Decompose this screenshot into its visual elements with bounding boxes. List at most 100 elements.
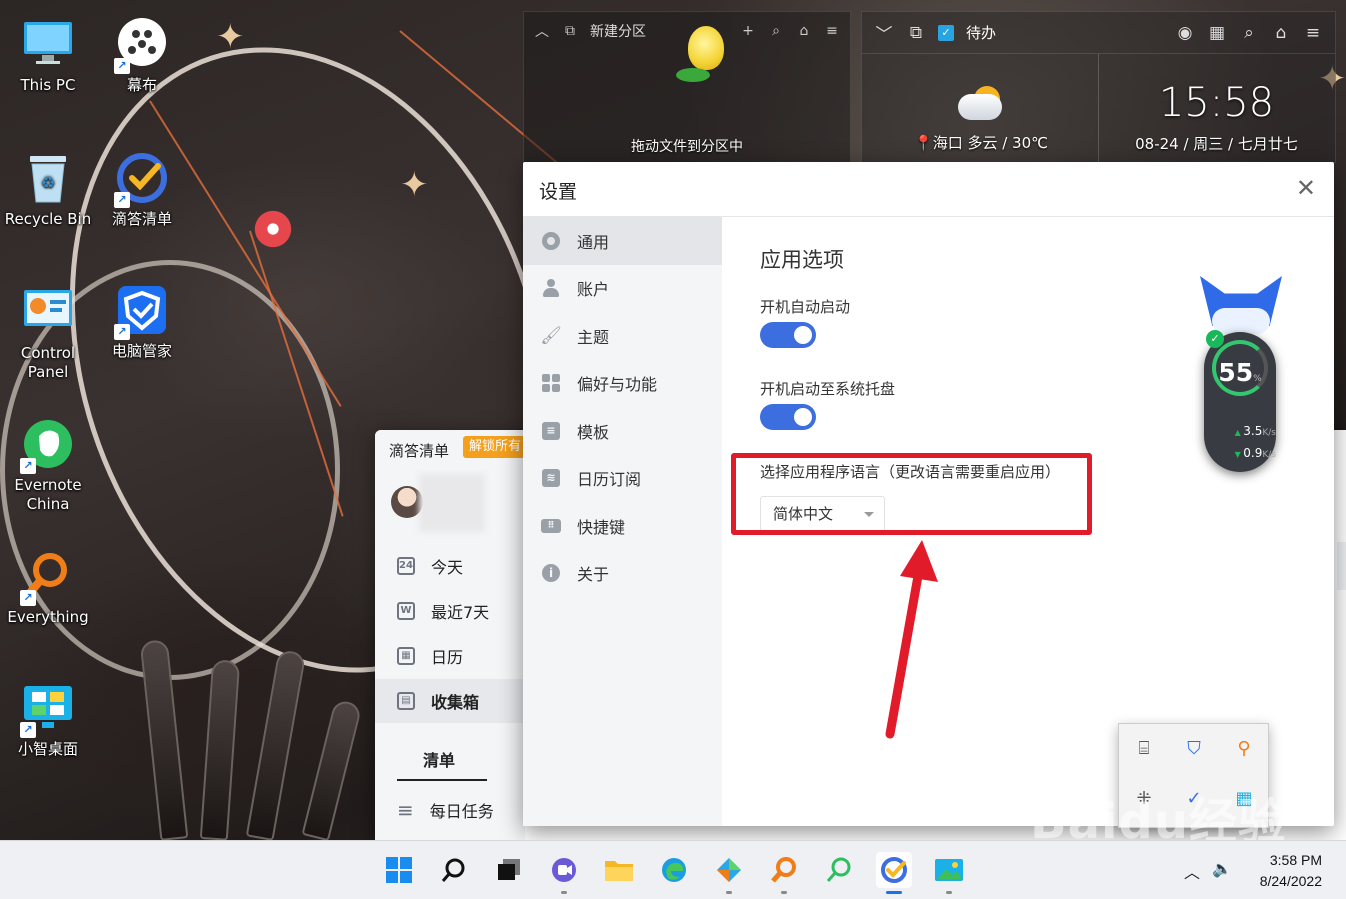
photos-icon[interactable]	[931, 852, 967, 894]
control-panel-icon	[22, 286, 74, 338]
desktop-zone-widget[interactable]: ︿ ⧉ 新建分区 + ⌕ ⌂ ≡ 拖动文件到分区中	[523, 11, 851, 163]
pc-manager-icon: ↗	[114, 284, 168, 340]
add-icon[interactable]: +	[740, 23, 756, 39]
info-icon: i	[541, 563, 561, 583]
desktop-icon-mubu[interactable]: ↗ 幕布	[96, 18, 188, 95]
mubu-icon: ↗	[114, 18, 168, 74]
autostart-toggle[interactable]	[760, 322, 816, 348]
chevron-up-icon[interactable]: ︿	[534, 21, 550, 41]
weather-label: 海口 多云 / 30℃	[932, 134, 1048, 152]
settings-nav-templates[interactable]: ≡ 模板	[523, 407, 722, 455]
pc-manager-gauge-widget[interactable]: 55% ▲ 3.5K/s ▼ 0.9K/s ✓	[1196, 276, 1286, 476]
language-select[interactable]: 简体中文	[760, 496, 885, 532]
search-icon[interactable]	[436, 852, 472, 888]
calendar-icon[interactable]: ▦	[1207, 23, 1227, 43]
volume-icon[interactable]: 🔈	[1212, 859, 1232, 878]
app-title: 滴答清单	[389, 442, 450, 460]
nav-next-7-days[interactable]: W 最近7天	[375, 589, 525, 633]
list-item[interactable]: ≡ 每日任务	[375, 788, 525, 832]
settings-nav-about[interactable]: i 关于	[523, 550, 722, 598]
search-icon[interactable]: ⌕	[1239, 23, 1259, 43]
desktop-icon-evernote[interactable]: ↗ Evernote China	[2, 418, 94, 514]
everything-search-icon[interactable]	[766, 852, 802, 894]
nav-label: 主题	[577, 327, 610, 347]
grid-icon	[541, 373, 561, 393]
file-explorer-icon[interactable]	[601, 852, 637, 888]
desktop-icon-label: 小智桌面	[17, 740, 78, 758]
shirt-icon[interactable]: ⌂	[1271, 23, 1291, 43]
up-arrow-icon: ▲	[1234, 428, 1244, 437]
unlock-badge[interactable]: 解锁所有	[463, 436, 525, 458]
window-icon[interactable]: ⧉	[906, 23, 926, 43]
desktop-tray-icon[interactable]: ▦	[1233, 788, 1255, 810]
desktop-icon-ticktick[interactable]: ↗ 滴答清单	[96, 152, 188, 229]
todo-widget[interactable]: ﹀ ⧉ ✓ 待办 ◉ ▦ ⌕ ⌂ ≡ 📍海口 多云 / 30℃ 15:58 08…	[861, 11, 1336, 163]
everything-tray-icon[interactable]: ⚲	[1233, 738, 1255, 760]
search-icon[interactable]: ⌕	[768, 23, 784, 39]
nav-calendar[interactable]: ▦ 日历	[375, 634, 525, 678]
xiaozhi-tray-icon[interactable]: ⁜	[1133, 788, 1155, 810]
hamburger-icon: ≡	[397, 798, 414, 822]
desktop-icon-control-panel[interactable]: Control Panel	[2, 286, 94, 382]
task-view-icon[interactable]	[491, 852, 527, 888]
chevron-up-icon[interactable]: ︿	[1184, 859, 1200, 883]
shirt-icon[interactable]: ⌂	[796, 23, 812, 39]
wallpaper-claw	[199, 659, 241, 840]
zone-title[interactable]: 新建分区	[590, 21, 646, 41]
language-value: 简体中文	[773, 505, 834, 523]
download-speed: ▼ 0.9K/s	[1210, 446, 1276, 460]
running-indicator	[781, 891, 787, 894]
gauge-body: 55% ▲ 3.5K/s ▼ 0.9K/s	[1204, 332, 1276, 472]
mascot-face-icon	[1212, 308, 1270, 334]
wallpaper-claw	[301, 698, 363, 840]
chevron-down-icon[interactable]: ﹀	[874, 20, 894, 45]
settings-nav-general[interactable]: 通用	[523, 217, 722, 265]
nav-label: 最近7天	[431, 603, 490, 622]
settings-header: 设置 ✕	[523, 162, 1334, 217]
colorful-app-icon[interactable]	[711, 852, 747, 894]
nav-inbox[interactable]: ▤ 收集箱	[375, 679, 525, 723]
desktop-icon-this-pc[interactable]: This PC	[2, 18, 94, 95]
desktop-icon-everything[interactable]: ↗ Everything	[2, 550, 94, 627]
menu-icon[interactable]: ≡	[824, 23, 840, 39]
settings-nav-calendar-subscription[interactable]: ≋ 日历订阅	[523, 455, 722, 503]
desktop-icon-label: 滴答清单	[111, 210, 172, 228]
calendar-day-icon: 24	[397, 557, 415, 575]
usb-icon[interactable]: ⌸	[1133, 738, 1155, 760]
evernote-search-icon[interactable]	[821, 852, 857, 888]
desktop-icon-label: Control Panel	[20, 344, 76, 381]
pc-manager-tray-icon[interactable]: ⛉	[1183, 738, 1205, 760]
desktop-icon-xiaozhi-desktop[interactable]: ↗ 小智桌面	[2, 682, 94, 759]
language-label: 选择应用程序语言（更改语言需要重启应用）	[760, 463, 1061, 481]
weather-text: 📍海口 多云 / 30℃	[914, 132, 1048, 153]
todo-title[interactable]: 待办	[966, 22, 996, 43]
start-icon[interactable]	[381, 852, 417, 888]
ticktick-icon[interactable]	[876, 852, 912, 894]
leaf-icon	[676, 68, 710, 82]
taskbar-clock[interactable]: 3:58 PM 8/24/2022	[1260, 850, 1322, 892]
cloud-icon	[958, 94, 1002, 120]
teams-icon[interactable]	[546, 852, 582, 894]
wallpaper-flower	[252, 208, 294, 250]
start-to-tray-toggle[interactable]	[760, 404, 816, 430]
edge-icon[interactable]	[656, 852, 692, 888]
desktop-icon-pc-manager[interactable]: ↗ 电脑管家	[96, 284, 188, 361]
brush-icon: 🖌	[540, 325, 562, 346]
tab-lists[interactable]: 清单	[423, 747, 455, 771]
menu-icon[interactable]: ≡	[1303, 23, 1323, 43]
settings-nav-shortcuts[interactable]: ⠿ 快捷键	[523, 502, 722, 550]
shortcut-arrow-icon: ↗	[114, 324, 130, 340]
gauge-percent-value: 55	[1218, 358, 1254, 387]
window-icon[interactable]: ⧉	[562, 23, 578, 39]
running-indicator	[946, 891, 952, 894]
ticktick-tray-icon[interactable]: ✓	[1183, 788, 1205, 810]
nav-today[interactable]: 24 今天	[375, 544, 525, 588]
settings-nav-preferences[interactable]: 偏好与功能	[523, 360, 722, 408]
settings-nav-theme[interactable]: 🖌 主题	[523, 312, 722, 360]
mascot-icon	[688, 26, 724, 70]
desktop-icon-recycle-bin[interactable]: ♻ Recycle Bin	[2, 152, 94, 229]
ticktick-sidebar: 滴答清单 解锁所有 24 今天 W 最近7天 ▦ 日历 ▤ 收集箱 清单 ≡ 每…	[375, 430, 525, 840]
settings-nav-account[interactable]: 账户	[523, 265, 722, 313]
user-icon[interactable]: ◉	[1175, 23, 1195, 43]
close-icon[interactable]: ✕	[1296, 174, 1316, 202]
